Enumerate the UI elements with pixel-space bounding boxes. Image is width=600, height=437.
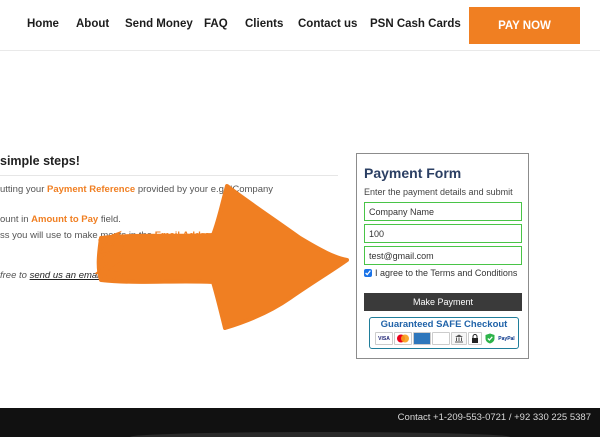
amount-input[interactable] <box>364 224 522 243</box>
badge-title-a: Guaranteed <box>380 319 437 330</box>
pay-now-button[interactable]: PAY NOW <box>469 7 580 44</box>
footer: Contact +1-209-553-0721 / +92 330 225 53… <box>0 408 600 437</box>
nav-clients[interactable]: Clients <box>245 18 283 30</box>
nav-faq[interactable]: FAQ <box>204 18 228 30</box>
send-email-link[interactable]: send us an email <box>30 270 102 281</box>
paypal-icon: PayPal <box>498 332 515 345</box>
amount-to-pay-highlight: Amount to Pay <box>31 214 99 225</box>
terms-checkbox[interactable] <box>364 269 372 277</box>
step-line-3: ss you will use to make ments in the Ema… <box>0 230 220 241</box>
step-2-text-rest: field. <box>98 214 121 225</box>
terms-row: I agree to the Terms and Conditions <box>364 268 522 278</box>
step-line-1: utting your Payment Reference provided b… <box>0 184 273 195</box>
amex-icon <box>413 332 431 345</box>
steps-divider <box>0 175 338 176</box>
nav-send-money[interactable]: Send Money <box>125 18 193 30</box>
company-name-input[interactable] <box>364 202 522 221</box>
email-address-highlight: Email Address <box>154 230 221 241</box>
card-logos: VISA PayPal <box>375 332 515 346</box>
badge-title-safe: SAFE <box>436 319 462 330</box>
payment-reference-highlight: Payment Reference <box>47 184 136 195</box>
step-line-2: ount in Amount to Pay field. <box>0 214 121 225</box>
form-subtitle: Enter the payment details and submit <box>364 187 513 197</box>
badge-title-c: Checkout <box>461 319 508 330</box>
safe-checkout-badge: Guaranteed SAFE Checkout VISA PayPal <box>369 317 519 349</box>
mastercard-icon <box>394 332 412 345</box>
nav-psn-cash-cards[interactable]: PSN Cash Cards <box>370 18 461 30</box>
make-payment-button[interactable]: Make Payment <box>364 293 522 311</box>
top-navbar: Home About Send Money FAQ Clients Contac… <box>0 0 600 51</box>
step-line-4: free to send us an email or chat with ou… <box>0 270 222 281</box>
payment-form: Payment Form Enter the payment details a… <box>356 153 529 359</box>
step-3-text: ss you will use to make ments in the <box>0 230 155 241</box>
footer-contact: Contact +1-209-553-0721 / +92 330 225 53… <box>397 412 591 423</box>
badge-title: Guaranteed SAFE Checkout <box>370 319 518 330</box>
lock-icon <box>468 332 482 345</box>
nav-contact-us[interactable]: Contact us <box>298 18 357 30</box>
pointer-arrow-icon <box>95 184 349 330</box>
steps-heading: simple steps! <box>0 154 80 168</box>
step-1-text-rest: provided by your e.g. “Company <box>135 184 274 195</box>
footer-decoration <box>130 432 510 437</box>
terms-label: I agree to the Terms and Conditions <box>375 268 518 278</box>
shield-check-icon <box>483 332 497 345</box>
email-input[interactable] <box>364 246 522 265</box>
paypal-text: PayPal <box>498 335 515 342</box>
discover-icon <box>432 332 450 345</box>
form-title: Payment Form <box>364 165 462 181</box>
step-2-text: ount in <box>0 214 32 225</box>
step-4-text: free to <box>0 270 30 281</box>
main-nav: Home About Send Money FAQ Clients Contac… <box>0 0 461 51</box>
nav-about[interactable]: About <box>76 18 109 30</box>
visa-icon: VISA <box>375 332 393 345</box>
nav-home[interactable]: Home <box>27 18 59 30</box>
step-1-text: utting your <box>0 184 47 195</box>
step-4-text-rest: or chat with our representati <box>101 270 222 281</box>
bank-icon <box>451 332 467 345</box>
